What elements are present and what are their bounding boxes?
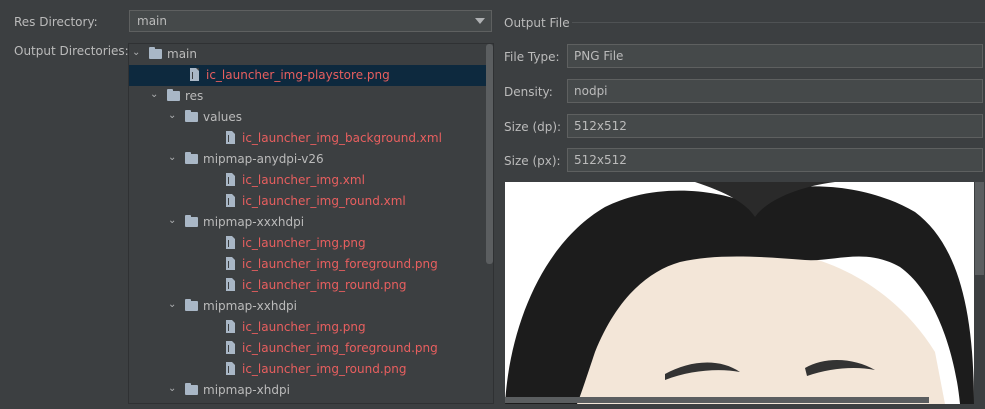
tree-file-label: ic_launcher_img.png	[242, 236, 366, 250]
file-icon	[226, 173, 235, 186]
preview-vertical-scrollbar[interactable]	[975, 182, 984, 275]
chevron-down-icon[interactable]: ⌄	[168, 215, 178, 226]
tree-folder-label: res	[185, 89, 204, 103]
file-icon	[190, 68, 199, 81]
file-type-label: File Type:	[504, 50, 560, 64]
tree-file-row[interactable]: ic_launcher_img_round.png	[129, 275, 487, 296]
tree-file-label: ic_launcher_img-playstore.png	[206, 68, 390, 82]
tree-file-row[interactable]: ic_launcher_img-playstore.png	[129, 65, 487, 86]
tree-file-row[interactable]: ic_launcher_img_foreground.png	[129, 338, 487, 359]
density-field[interactable]: nodpi	[567, 79, 983, 103]
chevron-down-icon[interactable]: ⌄	[150, 89, 160, 100]
density-label: Density:	[504, 85, 553, 99]
tree-file-row[interactable]: ic_launcher_img_foreground.png	[129, 254, 487, 275]
tree-file-row[interactable]: ic_launcher_img_background.xml	[129, 128, 487, 149]
tree-scrollbar[interactable]	[486, 44, 493, 264]
output-directories-label: Output Directories:	[14, 44, 129, 58]
tree-file-row[interactable]: ic_launcher_img_round.png	[129, 359, 487, 380]
res-directory-label: Res Directory:	[14, 15, 98, 29]
chevron-down-icon[interactable]: ⌄	[168, 110, 178, 121]
tree-folder-label: mipmap-anydpi-v26	[203, 152, 324, 166]
file-icon	[226, 278, 235, 291]
file-type-field[interactable]: PNG File	[567, 44, 983, 68]
tree-file-label: ic_launcher_img_foreground.png	[242, 341, 438, 355]
tree-folder-row[interactable]: ⌄ mipmap-anydpi-v26	[129, 149, 487, 170]
tree-folder-label: mipmap-xhdpi	[203, 383, 290, 397]
folder-icon	[185, 383, 198, 395]
size-dp-label: Size (dp):	[504, 120, 562, 134]
tree-folder-row[interactable]: ⌄ res	[129, 86, 487, 107]
file-icon	[226, 236, 235, 249]
size-dp-field[interactable]: 512x512	[567, 114, 983, 138]
section-divider	[572, 22, 985, 23]
tree-file-label: ic_launcher_img_round.png	[242, 278, 407, 292]
preview-image	[505, 182, 974, 404]
chevron-down-icon[interactable]: ⌄	[168, 383, 178, 394]
file-icon	[226, 257, 235, 270]
folder-icon	[167, 89, 180, 101]
tree-file-row[interactable]: ic_launcher_img_round.xml	[129, 191, 487, 212]
tree-file-row[interactable]: ic_launcher_img.png	[129, 317, 487, 338]
tree-file-label: ic_launcher_img_round.png	[242, 362, 407, 376]
size-px-label: Size (px):	[504, 154, 561, 168]
res-directory-value: main	[137, 14, 167, 28]
tree-file-label: ic_launcher_img_round.xml	[242, 194, 406, 208]
folder-icon	[185, 110, 198, 122]
tree-folder-row[interactable]: ⌄ main	[129, 44, 487, 65]
tree-folder-label: values	[203, 110, 243, 124]
chevron-down-icon[interactable]: ⌄	[132, 47, 142, 58]
chevron-down-icon[interactable]: ⌄	[168, 299, 178, 310]
folder-icon	[185, 299, 198, 311]
tree-folder-label: main	[167, 47, 197, 61]
tree-file-label: ic_launcher_img.xml	[242, 173, 365, 187]
icon-preview	[505, 182, 974, 404]
tree-folder-row[interactable]: ⌄ mipmap-xxhdpi	[129, 296, 487, 317]
file-icon	[226, 341, 235, 354]
tree-folder-row[interactable]: ⌄ mipmap-xhdpi	[129, 380, 487, 401]
file-icon	[226, 194, 235, 207]
dropdown-arrow-icon[interactable]	[475, 18, 485, 24]
tree-file-row[interactable]: ic_launcher_img.xml	[129, 170, 487, 191]
chevron-down-icon[interactable]: ⌄	[168, 152, 178, 163]
tree-folder-row[interactable]: ⌄ mipmap-xxxhdpi	[129, 212, 487, 233]
folder-icon	[185, 152, 198, 164]
size-px-field[interactable]: 512x512	[567, 148, 983, 172]
res-directory-select[interactable]: main	[129, 10, 492, 32]
tree-file-label: ic_launcher_img_background.xml	[242, 131, 442, 145]
folder-icon	[185, 215, 198, 227]
tree-file-row[interactable]: ic_launcher_img.png	[129, 233, 487, 254]
file-icon	[226, 362, 235, 375]
output-directories-tree[interactable]: ⌄ main ic_launcher_img-playstore.png ⌄ res ⌄ v…	[128, 43, 494, 404]
preview-horizontal-scrollbar[interactable]	[505, 397, 929, 403]
tree-folder-row[interactable]: ⌄ values	[129, 107, 487, 128]
folder-icon	[149, 47, 162, 59]
tree-folder-label: mipmap-xxhdpi	[203, 299, 298, 313]
file-icon	[226, 320, 235, 333]
tree-file-label: ic_launcher_img.png	[242, 320, 366, 334]
tree-file-label: ic_launcher_img_foreground.png	[242, 257, 438, 271]
output-file-title: Output File	[504, 16, 570, 30]
file-icon	[226, 131, 235, 144]
tree-folder-label: mipmap-xxxhdpi	[203, 215, 305, 229]
